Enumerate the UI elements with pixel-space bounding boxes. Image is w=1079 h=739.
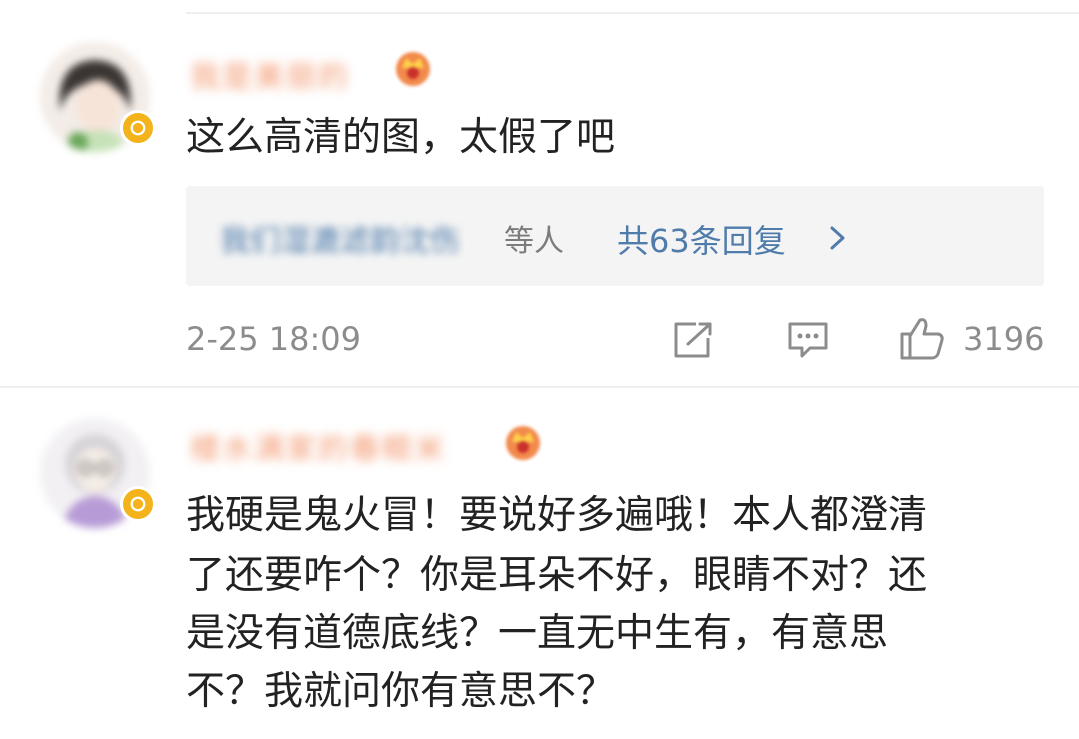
share-icon[interactable] xyxy=(672,320,716,360)
chevron-right-icon xyxy=(830,226,845,250)
crown-icon xyxy=(392,46,434,88)
verified-icon xyxy=(120,110,156,146)
comment-icon[interactable] xyxy=(786,320,830,360)
comment-text-line: 不？我就问你有意思不？ xyxy=(186,669,616,714)
like-count: 3196 xyxy=(963,320,1045,358)
thumbs-up-icon[interactable] xyxy=(898,314,946,362)
timestamp: 2-25 18:09 xyxy=(186,320,362,358)
verified-icon xyxy=(120,486,156,522)
comment-text-line: 是没有道德底线？一直无中生有，有意思 xyxy=(186,611,889,656)
comment-divider xyxy=(0,386,1079,388)
avatar[interactable] xyxy=(40,418,156,528)
reply-preview[interactable]: 我们湿漉滤韵沈伤 等人 共63条回复 xyxy=(186,186,1044,286)
reply-count-link[interactable]: 共63条回复 xyxy=(617,216,786,262)
reply-names: 我们湿漉滤韵沈伤 xyxy=(220,224,460,259)
comment-text: 这么高清的图，太假了吧 xyxy=(186,115,616,160)
username[interactable]: 楼水满家的春眼米 xyxy=(190,424,446,468)
comment-text-line: 我硬是鬼火冒！要说好多遍哦！本人都澄清 xyxy=(186,493,928,538)
top-divider xyxy=(186,12,1079,14)
crown-icon xyxy=(502,420,544,462)
reply-names-suffix: 等人 xyxy=(504,224,564,259)
comment-text-line: 了还要咋个？你是耳朵不好，眼睛不对？还 xyxy=(186,553,928,598)
username[interactable]: 我是美丽的 xyxy=(190,52,350,96)
avatar[interactable] xyxy=(40,42,156,152)
